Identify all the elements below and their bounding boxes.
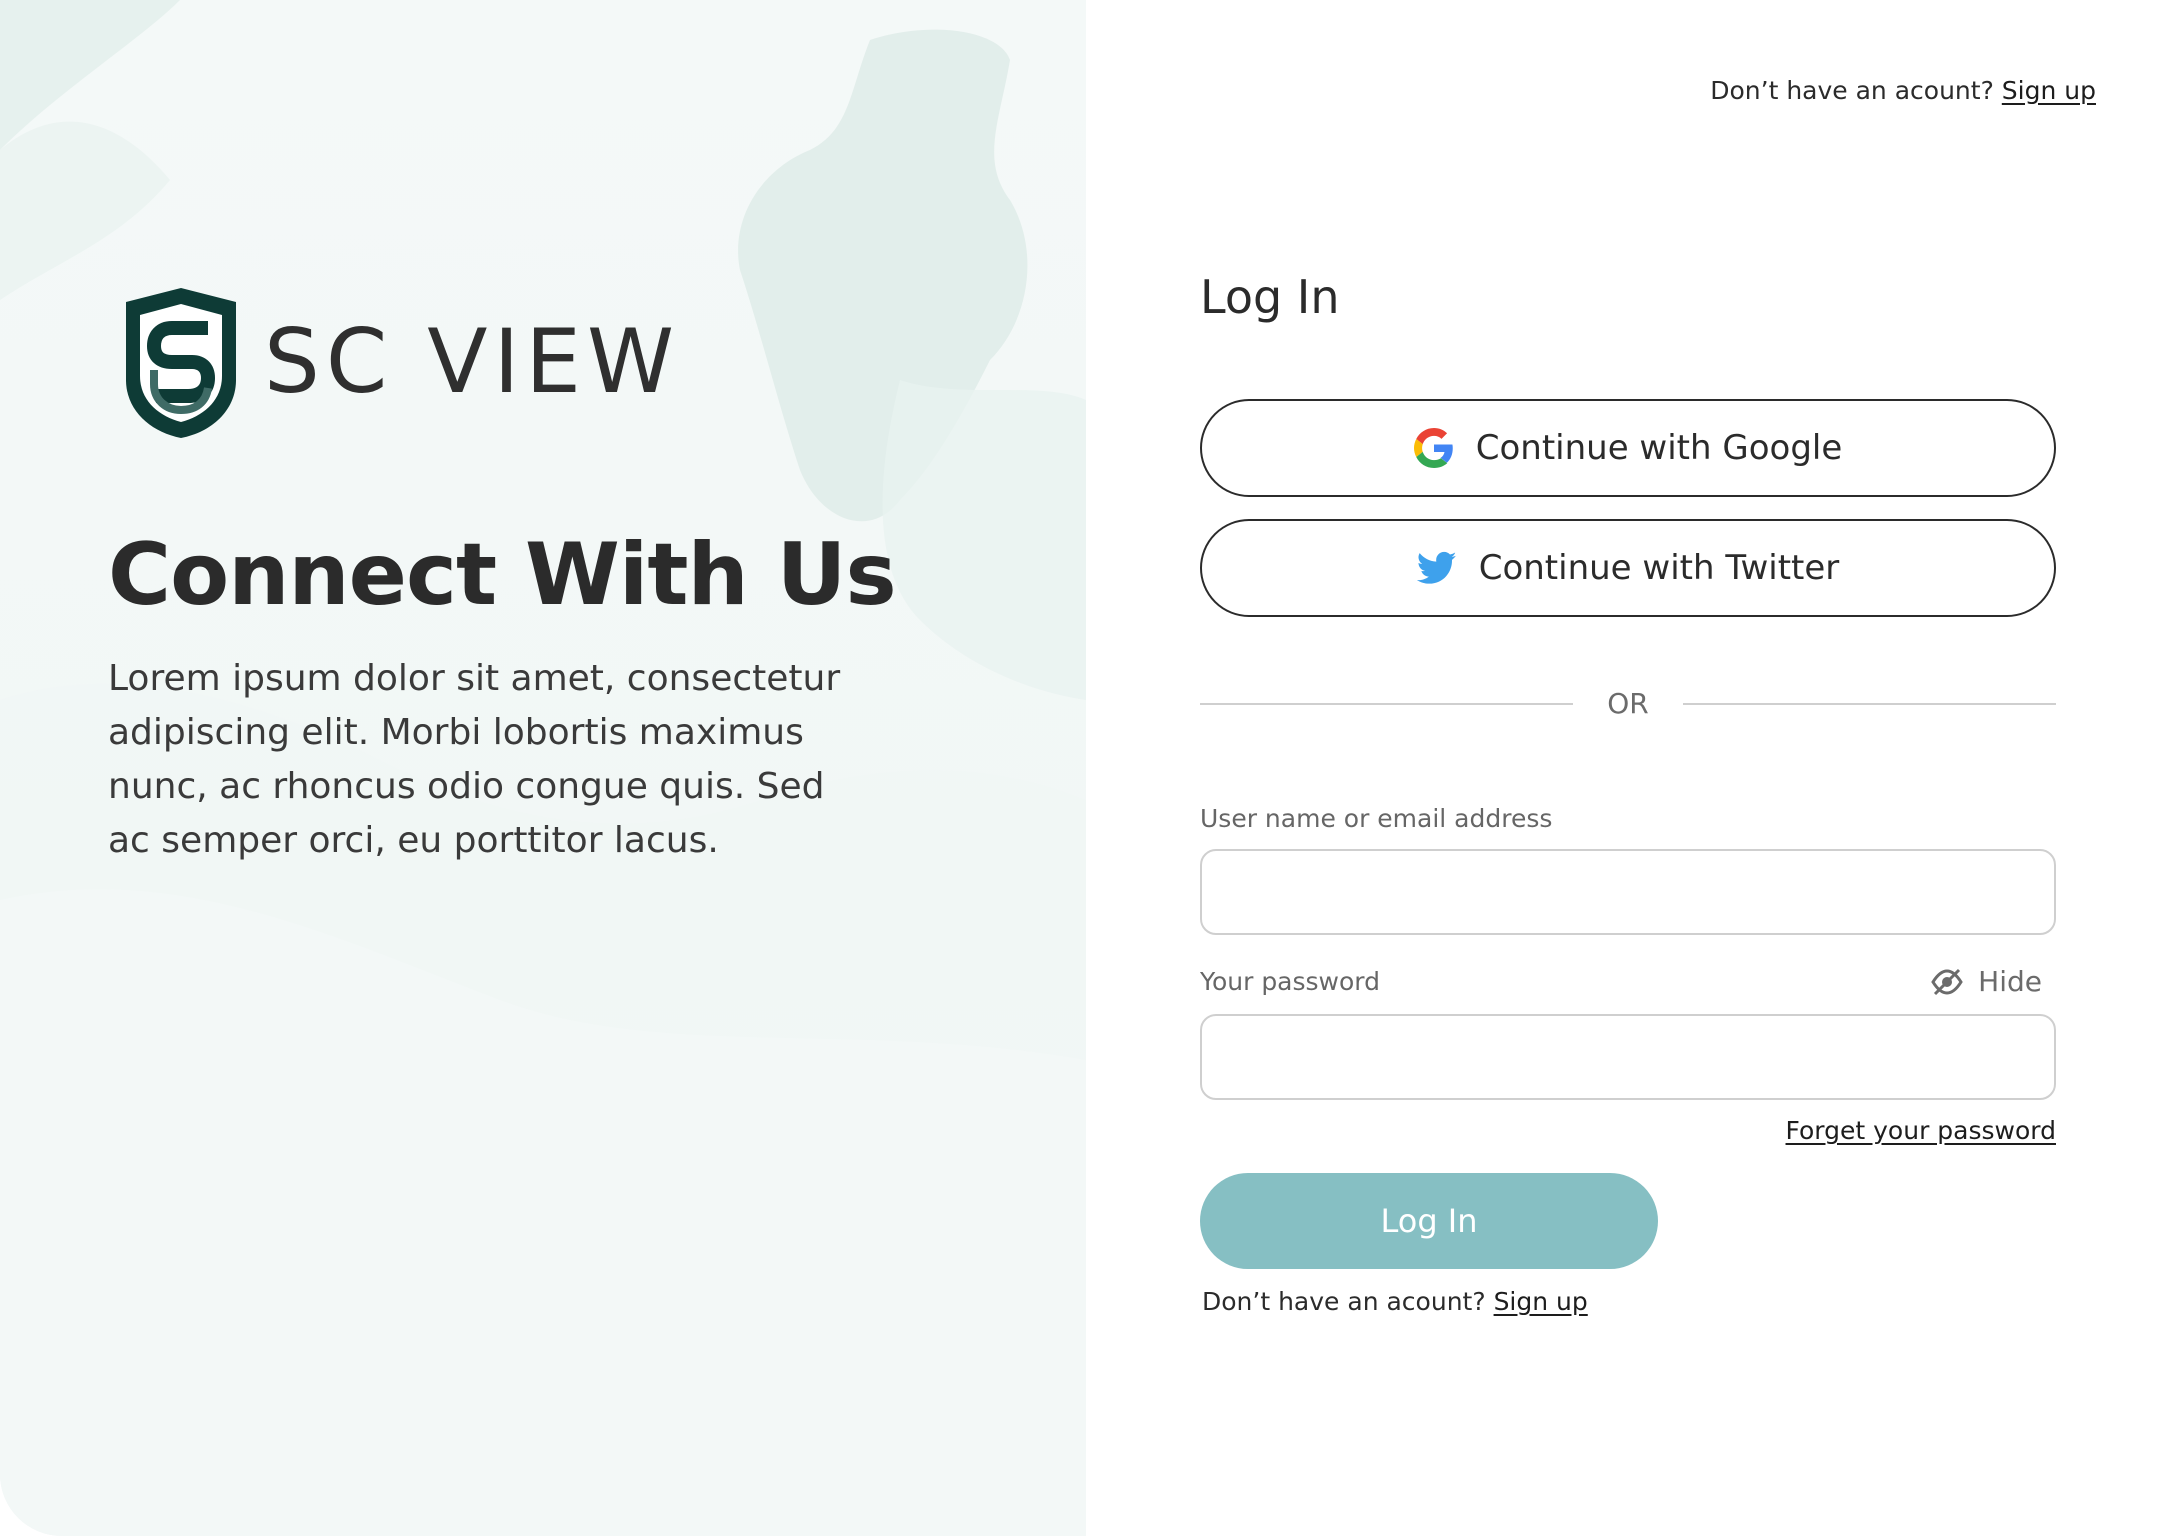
forgot-password-link[interactable]: Forget your password bbox=[1786, 1116, 2056, 1145]
google-icon bbox=[1413, 428, 1453, 469]
hide-password-toggle[interactable]: Hide bbox=[1930, 965, 2042, 998]
continue-with-twitter-button[interactable]: Continue with Twitter bbox=[1200, 519, 2056, 618]
divider-text: OR bbox=[1607, 687, 1649, 721]
forgot-password-row: Forget your password bbox=[1200, 1116, 2056, 1145]
twitter-button-label: Continue with Twitter bbox=[1478, 548, 1840, 589]
top-signup-text: Don’t have an acount? bbox=[1710, 76, 1994, 105]
password-label: Your password bbox=[1200, 967, 1381, 997]
username-label-row: User name or email address bbox=[1200, 804, 2056, 833]
eye-slash-icon bbox=[1931, 968, 1963, 995]
brand: SC VIEW bbox=[120, 284, 680, 440]
hero-description: Lorem ipsum dolor sit amet, consectetur … bbox=[108, 658, 841, 861]
bottom-signup-text: Don’t have an acount? bbox=[1202, 1287, 1486, 1317]
username-label: User name or email address bbox=[1200, 804, 1553, 834]
login-form: Log In Continue with Google Continue wit… bbox=[1200, 270, 2056, 1316]
username-input[interactable] bbox=[1200, 849, 2056, 936]
hero-title: Connect With Us bbox=[108, 525, 897, 625]
hide-label: Hide bbox=[1978, 965, 2042, 999]
continue-with-google-button[interactable]: Continue with Google bbox=[1200, 399, 2056, 498]
brand-name: SC VIEW bbox=[264, 310, 681, 413]
left-panel: SC VIEW Connect With Us Lorem ipsum dolo… bbox=[0, 0, 1086, 1536]
shield-logo-icon bbox=[126, 288, 236, 438]
or-divider: OR bbox=[1200, 687, 2056, 720]
login-button[interactable]: Log In bbox=[1200, 1173, 1658, 1270]
divider-line-right bbox=[1682, 702, 2056, 705]
password-input[interactable] bbox=[1200, 1014, 2056, 1101]
bottom-signup-prompt: Don’t have an acount? Sign up bbox=[1200, 1287, 2056, 1316]
divider-line-left bbox=[1200, 702, 1574, 705]
bottom-signup-link[interactable]: Sign up bbox=[1494, 1287, 1588, 1316]
google-button-label: Continue with Google bbox=[1475, 428, 1843, 469]
top-signup-prompt: Don’t have an acount? Sign up bbox=[1710, 76, 2096, 105]
twitter-icon bbox=[1416, 552, 1457, 584]
form-title: Log In bbox=[1200, 270, 1340, 324]
top-signup-link[interactable]: Sign up bbox=[2002, 76, 2096, 105]
password-label-row: Your password Hide bbox=[1200, 965, 2056, 998]
